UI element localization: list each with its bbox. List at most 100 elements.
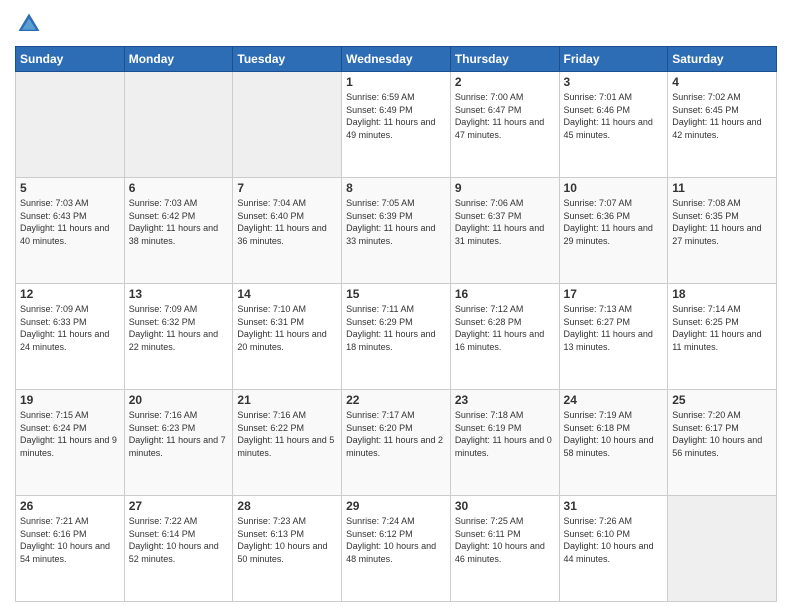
day-info: Sunrise: 7:18 AMSunset: 6:19 PMDaylight:…	[455, 409, 555, 459]
day-number: 28	[237, 499, 337, 513]
day-number: 4	[672, 75, 772, 89]
day-info: Sunrise: 7:03 AMSunset: 6:43 PMDaylight:…	[20, 197, 120, 247]
day-number: 31	[564, 499, 664, 513]
day-number: 16	[455, 287, 555, 301]
day-info: Sunrise: 7:23 AMSunset: 6:13 PMDaylight:…	[237, 515, 337, 565]
logo-icon	[15, 10, 43, 38]
day-cell: 13 Sunrise: 7:09 AMSunset: 6:32 PMDayligh…	[124, 284, 233, 390]
day-number: 25	[672, 393, 772, 407]
day-cell: 3 Sunrise: 7:01 AMSunset: 6:46 PMDaylight…	[559, 72, 668, 178]
day-info: Sunrise: 7:25 AMSunset: 6:11 PMDaylight:…	[455, 515, 555, 565]
day-info: Sunrise: 7:05 AMSunset: 6:39 PMDaylight:…	[346, 197, 446, 247]
day-number: 27	[129, 499, 229, 513]
day-cell: 7 Sunrise: 7:04 AMSunset: 6:40 PMDaylight…	[233, 178, 342, 284]
day-number: 30	[455, 499, 555, 513]
day-number: 14	[237, 287, 337, 301]
day-info: Sunrise: 7:16 AMSunset: 6:22 PMDaylight:…	[237, 409, 337, 459]
page: SundayMondayTuesdayWednesdayThursdayFrid…	[0, 0, 792, 612]
day-number: 20	[129, 393, 229, 407]
day-info: Sunrise: 7:16 AMSunset: 6:23 PMDaylight:…	[129, 409, 229, 459]
day-info: Sunrise: 7:00 AMSunset: 6:47 PMDaylight:…	[455, 91, 555, 141]
day-cell: 28 Sunrise: 7:23 AMSunset: 6:13 PMDayligh…	[233, 496, 342, 602]
day-cell: 2 Sunrise: 7:00 AMSunset: 6:47 PMDaylight…	[450, 72, 559, 178]
day-info: Sunrise: 7:10 AMSunset: 6:31 PMDaylight:…	[237, 303, 337, 353]
weekday-header-wednesday: Wednesday	[342, 47, 451, 72]
day-cell: 5 Sunrise: 7:03 AMSunset: 6:43 PMDaylight…	[16, 178, 125, 284]
day-number: 29	[346, 499, 446, 513]
day-info: Sunrise: 6:59 AMSunset: 6:49 PMDaylight:…	[346, 91, 446, 141]
day-cell: 9 Sunrise: 7:06 AMSunset: 6:37 PMDaylight…	[450, 178, 559, 284]
day-info: Sunrise: 7:15 AMSunset: 6:24 PMDaylight:…	[20, 409, 120, 459]
day-cell	[124, 72, 233, 178]
day-cell: 11Sunrise: 7:08 AMSunset: 6:35 PMDayligh…	[668, 178, 777, 284]
day-cell: 25 Sunrise: 7:20 AMSunset: 6:17 PMDayligh…	[668, 390, 777, 496]
day-cell: 19 Sunrise: 7:15 AMSunset: 6:24 PMDayligh…	[16, 390, 125, 496]
day-info: Sunrise: 7:07 AMSunset: 6:36 PMDaylight:…	[564, 197, 664, 247]
day-info: Sunrise: 7:12 AMSunset: 6:28 PMDaylight:…	[455, 303, 555, 353]
weekday-header-tuesday: Tuesday	[233, 47, 342, 72]
day-cell	[233, 72, 342, 178]
day-cell: 21 Sunrise: 7:16 AMSunset: 6:22 PMDayligh…	[233, 390, 342, 496]
day-number: 18	[672, 287, 772, 301]
day-cell: 15 Sunrise: 7:11 AMSunset: 6:29 PMDayligh…	[342, 284, 451, 390]
day-cell: 22 Sunrise: 7:17 AMSunset: 6:20 PMDayligh…	[342, 390, 451, 496]
day-cell: 26Sunrise: 7:21 AMSunset: 6:16 PMDayligh…	[16, 496, 125, 602]
day-cell: 8 Sunrise: 7:05 AMSunset: 6:39 PMDaylight…	[342, 178, 451, 284]
day-cell: 1 Sunrise: 6:59 AMSunset: 6:49 PMDaylight…	[342, 72, 451, 178]
day-cell: 31 Sunrise: 7:26 AMSunset: 6:10 PMDayligh…	[559, 496, 668, 602]
day-cell	[16, 72, 125, 178]
day-cell: 23Sunrise: 7:18 AMSunset: 6:19 PMDayligh…	[450, 390, 559, 496]
day-number: 2	[455, 75, 555, 89]
week-row-4: 26Sunrise: 7:21 AMSunset: 6:16 PMDayligh…	[16, 496, 777, 602]
day-number: 8	[346, 181, 446, 195]
day-info: Sunrise: 7:04 AMSunset: 6:40 PMDaylight:…	[237, 197, 337, 247]
day-number: 7	[237, 181, 337, 195]
weekday-header-saturday: Saturday	[668, 47, 777, 72]
day-number: 3	[564, 75, 664, 89]
day-cell: 24Sunrise: 7:19 AMSunset: 6:18 PMDayligh…	[559, 390, 668, 496]
week-row-1: 5 Sunrise: 7:03 AMSunset: 6:43 PMDaylight…	[16, 178, 777, 284]
day-number: 17	[564, 287, 664, 301]
day-info: Sunrise: 7:02 AMSunset: 6:45 PMDaylight:…	[672, 91, 772, 141]
day-info: Sunrise: 7:06 AMSunset: 6:37 PMDaylight:…	[455, 197, 555, 247]
day-info: Sunrise: 7:11 AMSunset: 6:29 PMDaylight:…	[346, 303, 446, 353]
day-number: 13	[129, 287, 229, 301]
day-info: Sunrise: 7:14 AMSunset: 6:25 PMDaylight:…	[672, 303, 772, 353]
day-info: Sunrise: 7:09 AMSunset: 6:32 PMDaylight:…	[129, 303, 229, 353]
day-number: 9	[455, 181, 555, 195]
day-info: Sunrise: 7:17 AMSunset: 6:20 PMDaylight:…	[346, 409, 446, 459]
day-number: 19	[20, 393, 120, 407]
day-number: 21	[237, 393, 337, 407]
day-cell: 18 Sunrise: 7:14 AMSunset: 6:25 PMDayligh…	[668, 284, 777, 390]
day-number: 10	[564, 181, 664, 195]
day-cell	[668, 496, 777, 602]
day-cell: 14 Sunrise: 7:10 AMSunset: 6:31 PMDayligh…	[233, 284, 342, 390]
day-number: 5	[20, 181, 120, 195]
day-info: Sunrise: 7:13 AMSunset: 6:27 PMDaylight:…	[564, 303, 664, 353]
day-info: Sunrise: 7:26 AMSunset: 6:10 PMDaylight:…	[564, 515, 664, 565]
weekday-header-monday: Monday	[124, 47, 233, 72]
day-info: Sunrise: 7:24 AMSunset: 6:12 PMDaylight:…	[346, 515, 446, 565]
day-cell: 4 Sunrise: 7:02 AMSunset: 6:45 PMDaylight…	[668, 72, 777, 178]
day-number: 6	[129, 181, 229, 195]
day-cell: 6Sunrise: 7:03 AMSunset: 6:42 PMDaylight…	[124, 178, 233, 284]
day-cell: 17 Sunrise: 7:13 AMSunset: 6:27 PMDayligh…	[559, 284, 668, 390]
day-number: 24	[564, 393, 664, 407]
week-row-2: 12Sunrise: 7:09 AMSunset: 6:33 PMDayligh…	[16, 284, 777, 390]
header	[15, 10, 777, 38]
day-info: Sunrise: 7:20 AMSunset: 6:17 PMDaylight:…	[672, 409, 772, 459]
day-info: Sunrise: 7:09 AMSunset: 6:33 PMDaylight:…	[20, 303, 120, 353]
day-info: Sunrise: 7:21 AMSunset: 6:16 PMDaylight:…	[20, 515, 120, 565]
day-number: 15	[346, 287, 446, 301]
weekday-header-thursday: Thursday	[450, 47, 559, 72]
day-cell: 30 Sunrise: 7:25 AMSunset: 6:11 PMDayligh…	[450, 496, 559, 602]
day-number: 22	[346, 393, 446, 407]
weekday-header-friday: Friday	[559, 47, 668, 72]
week-row-0: 1 Sunrise: 6:59 AMSunset: 6:49 PMDaylight…	[16, 72, 777, 178]
day-number: 1	[346, 75, 446, 89]
weekday-header-sunday: Sunday	[16, 47, 125, 72]
day-info: Sunrise: 7:01 AMSunset: 6:46 PMDaylight:…	[564, 91, 664, 141]
day-cell: 16 Sunrise: 7:12 AMSunset: 6:28 PMDayligh…	[450, 284, 559, 390]
day-number: 11	[672, 181, 772, 195]
calendar: SundayMondayTuesdayWednesdayThursdayFrid…	[15, 46, 777, 602]
